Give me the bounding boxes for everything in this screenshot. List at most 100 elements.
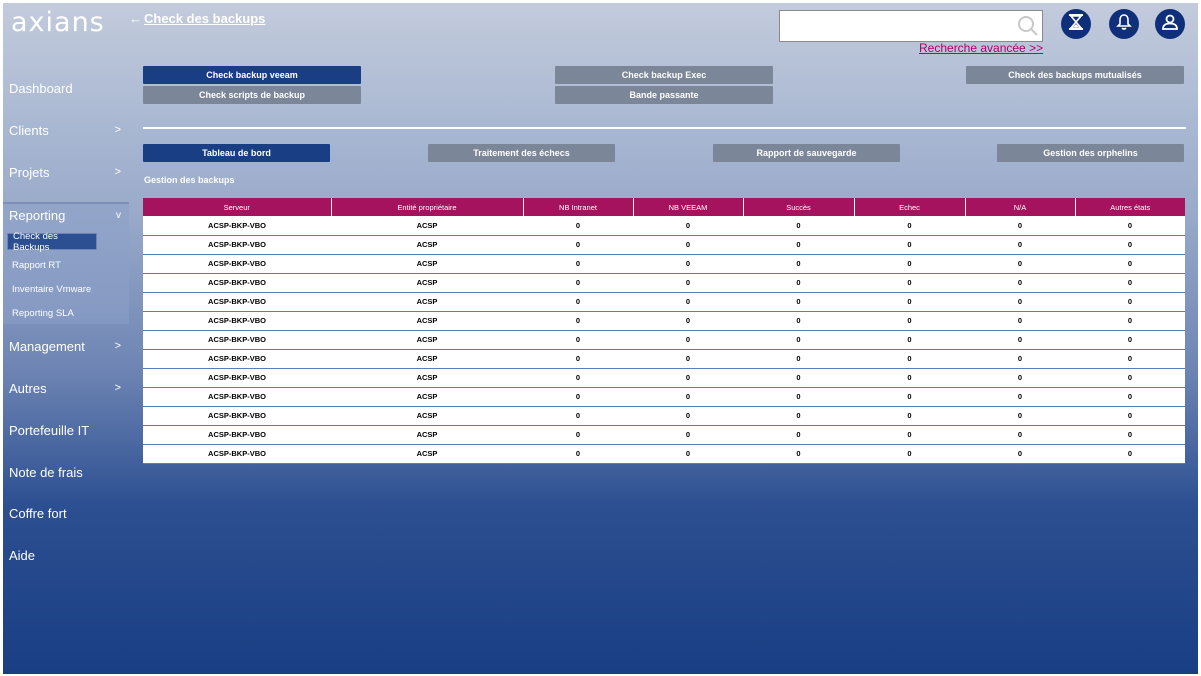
sidebar-item-clients[interactable]: Clients > [3, 112, 129, 148]
column-header[interactable]: N/A [965, 198, 1076, 216]
table-cell: 0 [633, 273, 743, 293]
table-cell: 0 [965, 235, 1075, 255]
table-cell: ACSP-BKP-VBO [143, 311, 331, 331]
table-cell: ACSP-BKP-VBO [143, 349, 331, 369]
table-cell: 0 [523, 349, 633, 369]
column-header[interactable]: NB Intranet [523, 198, 634, 216]
table-cell: 0 [1075, 444, 1185, 464]
table-cell: 0 [1075, 349, 1185, 369]
table-row[interactable]: ACSP-BKP-VBO ACSP 0 0 0 0 0 0 [143, 349, 1185, 369]
table-cell: 0 [523, 330, 633, 350]
table-row[interactable]: ACSP-BKP-VBO ACSP 0 0 0 0 0 0 [143, 311, 1185, 331]
sidebar-item-label: Projets [9, 164, 50, 180]
sidebar-group-reporting: Reporting v Check des Backups Rapport RT… [3, 202, 129, 324]
check-scripts-button[interactable]: Check scripts de backup [143, 86, 361, 104]
table-cell: 0 [743, 235, 854, 255]
table-row[interactable]: ACSP-BKP-VBO ACSP 0 0 0 0 0 0 [143, 216, 1185, 236]
table-cell: ACSP-BKP-VBO [143, 292, 331, 312]
axians-logo: axians [11, 7, 105, 38]
check-backup-exec-button[interactable]: Check backup Exec [555, 66, 773, 84]
table-cell: ACSP [331, 387, 523, 407]
table-cell: 0 [743, 292, 854, 312]
table-cell: ACSP [331, 330, 523, 350]
column-header[interactable]: Entité propriétaire [331, 198, 524, 216]
page-title[interactable]: Check des backups [144, 11, 265, 26]
sidebar-item-label: Autres [9, 380, 47, 396]
column-header[interactable]: Succès [743, 198, 855, 216]
table-cell: 0 [965, 368, 1075, 388]
table-cell: 0 [633, 254, 743, 274]
column-header[interactable]: NB VEEAM [633, 198, 744, 216]
table-cell: ACSP [331, 444, 523, 464]
user-button[interactable] [1155, 9, 1185, 39]
table-cell: 0 [633, 406, 743, 426]
sidebar-item-coffre-fort[interactable]: Coffre fort [3, 495, 129, 531]
table-cell: 0 [854, 254, 965, 274]
table-row[interactable]: ACSP-BKP-VBO ACSP 0 0 0 0 0 0 [143, 387, 1185, 407]
table-cell: 0 [743, 330, 854, 350]
sidebar-item-management[interactable]: Management > [3, 328, 129, 364]
sidebar-subitem-check-backups[interactable]: Check des Backups [7, 231, 97, 253]
sidebar-subitem-rapport-rt[interactable]: Rapport RT [7, 257, 97, 274]
bell-icon [1116, 13, 1132, 36]
advanced-search-link[interactable]: Recherche avancée >> [919, 41, 1043, 55]
table-row[interactable]: ACSP-BKP-VBO ACSP 0 0 0 0 0 0 [143, 273, 1185, 293]
backups-table: Serveur Entité propriétaire NB Intranet NB … [143, 198, 1185, 464]
tab-traitement-echecs[interactable]: Traitement des échecs [428, 144, 615, 162]
sidebar-item-note-de-frais[interactable]: Note de frais [3, 454, 129, 490]
table-cell: 0 [633, 368, 743, 388]
sidebar-item-label: Note de frais [9, 464, 83, 480]
table-row[interactable]: ACSP-BKP-VBO ACSP 0 0 0 0 0 0 [143, 235, 1185, 255]
table-cell: ACSP-BKP-VBO [143, 235, 331, 255]
user-icon [1161, 13, 1179, 36]
table-cell: 0 [743, 387, 854, 407]
table-row[interactable]: ACSP-BKP-VBO ACSP 0 0 0 0 0 0 [143, 425, 1185, 445]
table-cell: 0 [633, 444, 743, 464]
sidebar-item-projets[interactable]: Projets > [3, 154, 129, 190]
table-row[interactable]: ACSP-BKP-VBO ACSP 0 0 0 0 0 0 [143, 254, 1185, 274]
search-input[interactable] [780, 11, 1014, 41]
table-row[interactable]: ACSP-BKP-VBO ACSP 0 0 0 0 0 0 [143, 406, 1185, 426]
sidebar-item-reporting[interactable]: Reporting v [3, 204, 129, 226]
table-cell: 0 [633, 235, 743, 255]
table-row[interactable]: ACSP-BKP-VBO ACSP 0 0 0 0 0 0 [143, 368, 1185, 388]
check-backups-mutualises-button[interactable]: Check des backups mutualisés [966, 66, 1184, 84]
column-header[interactable]: Echec [854, 198, 966, 216]
sidebar-subitem-reporting-sla[interactable]: Reporting SLA [7, 305, 97, 322]
notifications-button[interactable] [1109, 9, 1139, 39]
table-cell: 0 [633, 311, 743, 331]
table-cell: 0 [743, 254, 854, 274]
table-row[interactable]: ACSP-BKP-VBO ACSP 0 0 0 0 0 0 [143, 444, 1185, 464]
table-cell: 0 [1075, 368, 1185, 388]
check-backup-veeam-button[interactable]: Check backup veeam [143, 66, 361, 84]
sidebar-item-aide[interactable]: Aide [3, 537, 129, 573]
sidebar-item-portefeuille-it[interactable]: Portefeuille IT [3, 412, 129, 448]
table-body: ACSP-BKP-VBO ACSP 0 0 0 0 0 0 ACSP-BKP-VBO ACSP 0 0… [143, 216, 1185, 464]
sidebar-item-autres[interactable]: Autres > [3, 370, 129, 406]
bande-passante-button[interactable]: Bande passante [555, 86, 773, 104]
table-row[interactable]: ACSP-BKP-VBO ACSP 0 0 0 0 0 0 [143, 292, 1185, 312]
search-icon[interactable] [1014, 12, 1042, 40]
table-cell: 0 [1075, 425, 1185, 445]
back-arrow-icon[interactable]: ← [129, 11, 142, 26]
chevron-down-icon: v [116, 209, 121, 221]
table-cell: 0 [743, 349, 854, 369]
sidebar-subitem-inventaire-vmware[interactable]: Inventaire Vmware [7, 281, 97, 298]
tab-rapport-sauvegarde[interactable]: Rapport de sauvegarde [713, 144, 900, 162]
tab-tableau-de-bord[interactable]: Tableau de bord [143, 144, 330, 162]
column-header[interactable]: Autres états [1075, 198, 1185, 216]
table-row[interactable]: ACSP-BKP-VBO ACSP 0 0 0 0 0 0 [143, 330, 1185, 350]
tab-gestion-orphelins[interactable]: Gestion des orphelins [997, 144, 1184, 162]
table-cell: 0 [854, 216, 965, 236]
table-cell: ACSP-BKP-VBO [143, 425, 331, 445]
table-header-row: Serveur Entité propriétaire NB Intranet NB … [143, 198, 1185, 216]
column-header[interactable]: Serveur [143, 198, 332, 216]
sidebar-item-dashboard[interactable]: Dashboard [3, 70, 129, 106]
back-link[interactable]: ← Check des backups [129, 11, 265, 26]
table-cell: 0 [965, 387, 1075, 407]
search-box[interactable] [779, 10, 1043, 42]
table-cell: 0 [523, 254, 633, 274]
table-cell: 0 [1075, 273, 1185, 293]
app-frame: axians ← Check des backups Recherche ava… [3, 3, 1198, 674]
hourglass-button[interactable] [1061, 9, 1091, 39]
